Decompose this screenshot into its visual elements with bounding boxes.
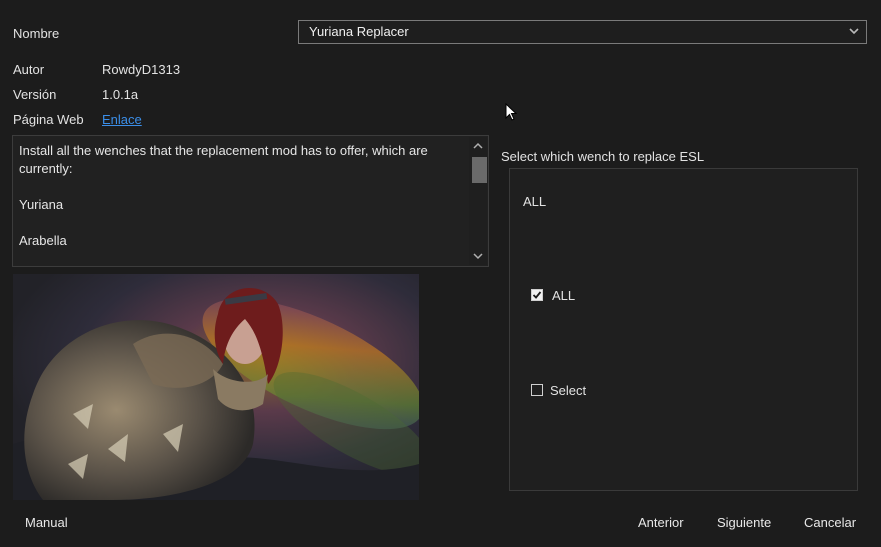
next-button[interactable]: Siguiente	[717, 515, 771, 530]
chevron-up-icon[interactable]	[473, 141, 483, 151]
preview-image	[13, 274, 419, 500]
description-line: Yuriana	[19, 197, 64, 212]
options-group-label: Select which wench to replace ESL	[501, 149, 705, 164]
preview-artwork	[13, 274, 419, 500]
web-label: Página Web	[13, 112, 84, 127]
option-all-label: ALL	[552, 288, 576, 303]
description-box[interactable]: Install all the wenches that the replace…	[12, 135, 489, 267]
name-dropdown-value: Yuriana Replacer	[309, 24, 409, 39]
description-line: Arabella	[19, 233, 67, 248]
option-all-checkbox[interactable]	[531, 289, 543, 301]
web-link[interactable]: Enlace	[102, 112, 142, 127]
options-panel: ALL ALL Select	[509, 168, 858, 491]
option-select-label: Select	[550, 383, 587, 398]
cancel-button[interactable]: Cancelar	[804, 515, 856, 530]
checkmark-icon	[532, 291, 542, 299]
previous-button[interactable]: Anterior	[638, 515, 684, 530]
version-value: 1.0.1a	[102, 87, 139, 102]
version-label: Versión	[13, 87, 57, 102]
author-value: RowdyD1313	[102, 62, 181, 77]
name-dropdown[interactable]: Yuriana Replacer	[298, 20, 867, 44]
description-line: Install all the wenches that the replace…	[19, 143, 428, 176]
manual-button[interactable]: Manual	[25, 515, 68, 530]
option-select-checkbox[interactable]	[531, 384, 543, 396]
chevron-down-icon	[849, 28, 859, 35]
scrollbar-thumb[interactable]	[472, 157, 487, 183]
name-label: Nombre	[13, 26, 60, 41]
options-group-title: ALL	[523, 194, 547, 209]
description-scrollbar[interactable]	[469, 137, 487, 265]
author-label: Autor	[13, 62, 45, 77]
description-text: Install all the wenches that the replace…	[19, 142, 464, 266]
mouse-cursor-icon	[505, 103, 517, 121]
chevron-down-icon[interactable]	[473, 251, 483, 261]
